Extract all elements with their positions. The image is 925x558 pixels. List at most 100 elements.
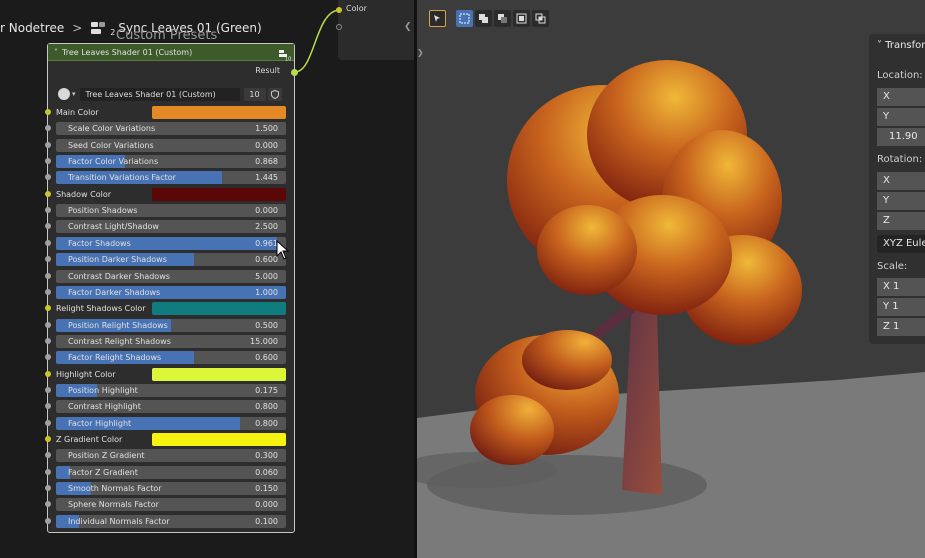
value-slider[interactable]: Transition Variations Factor 1.445 [56, 171, 286, 185]
input-position-z-gradient[interactable]: Position Z Gradient 0.300 [45, 449, 286, 463]
input-socket[interactable] [45, 125, 51, 132]
input-socket[interactable] [45, 403, 51, 410]
input-socket[interactable] [45, 321, 51, 328]
input-relight-shadows-color[interactable]: Relight Shadows Color [45, 302, 286, 316]
location-y-field[interactable]: Y [877, 108, 925, 126]
input-factor-z-gradient[interactable]: Factor Z Gradient 0.060 [45, 465, 286, 479]
value-slider[interactable]: Factor Darker Shadows 1.000 [56, 285, 286, 299]
value-slider[interactable]: Position Shadows 0.000 [56, 204, 286, 218]
value-slider[interactable]: Factor Color Variations 0.868 [56, 155, 286, 169]
value-slider[interactable]: Seed Color Variations 0.000 [56, 138, 286, 152]
value-slider[interactable]: Factor Relight Shadows 0.600 [56, 351, 286, 365]
color-swatch[interactable] [152, 106, 286, 119]
node-group-selector[interactable]: ▾ Tree Leaves Shader 01 (Custom) 10 [58, 87, 286, 101]
group-node-header[interactable]: ˅ Tree Leaves Shader 01 (Custom) [48, 44, 294, 61]
select-intersect-mode-icon[interactable] [532, 9, 549, 27]
fake-user-shield-icon[interactable] [267, 87, 282, 101]
node-group-users-count[interactable]: 10 [243, 87, 266, 101]
input-socket[interactable] [45, 386, 51, 393]
input-factor-highlight[interactable]: Factor Highlight 0.800 [45, 416, 286, 430]
input-transition-variations-factor[interactable]: Transition Variations Factor 1.445 [45, 171, 286, 185]
shader-sphere-icon[interactable] [58, 88, 70, 100]
value-slider[interactable]: Position Darker Shadows 0.600 [56, 253, 286, 267]
3d-viewport[interactable]: ❯ ˅ Transform Location: X Y 11.90 Rotati… [417, 0, 925, 558]
value-slider[interactable]: Position Z Gradient 0.300 [56, 449, 286, 463]
input-smooth-normals-factor[interactable]: Smooth Normals Factor 0.150 [45, 482, 286, 496]
breadcrumb-root[interactable]: r Nodetree [0, 21, 64, 35]
input-main-color[interactable]: Main Color [45, 106, 286, 119]
value-slider[interactable]: Position Highlight 0.175 [56, 383, 286, 397]
dropdown-arrow-icon[interactable]: ▾ [72, 90, 76, 98]
node-editor-area[interactable]: r Nodetree > 2 Sync Leaves 01 (Green) Cu… [0, 0, 414, 558]
input-contrast-light-shadow[interactable]: Contrast Light/Shadow 2.500 [45, 220, 286, 234]
input-seed-color-variations[interactable]: Seed Color Variations 0.000 [45, 138, 286, 152]
rotation-z-field[interactable]: Z [877, 212, 925, 230]
value-slider[interactable]: Contrast Highlight 0.800 [56, 400, 286, 414]
value-slider[interactable]: Smooth Normals Factor 0.150 [56, 482, 286, 496]
input-contrast-darker-shadows[interactable]: Contrast Darker Shadows 5.000 [45, 269, 286, 283]
input-position-darker-shadows[interactable]: Position Darker Shadows 0.600 [45, 253, 286, 267]
input-factor-shadows[interactable]: Factor Shadows 0.961 [45, 236, 286, 250]
expand-arrow-icon[interactable]: ❯ [417, 48, 424, 57]
input-socket[interactable] [45, 501, 51, 508]
input-socket[interactable] [45, 174, 51, 181]
color-swatch[interactable] [152, 367, 286, 381]
node-group-name-field[interactable]: Tree Leaves Shader 01 (Custom) [79, 87, 240, 101]
value-slider[interactable]: Factor Shadows 0.961 [56, 236, 286, 250]
input-socket[interactable] [45, 468, 51, 475]
input-socket[interactable] [45, 288, 51, 295]
input-socket[interactable] [45, 272, 51, 279]
scale-x-field[interactable]: X 1 [877, 278, 925, 296]
select-invert-mode-icon[interactable] [513, 9, 530, 27]
input-position-relight-shadows[interactable]: Position Relight Shadows 0.500 [45, 318, 286, 332]
input-individual-normals-factor[interactable]: Individual Normals Factor 0.100 [45, 514, 286, 528]
input-contrast-highlight[interactable]: Contrast Highlight 0.800 [45, 400, 286, 414]
input-socket[interactable] [45, 419, 51, 426]
input-scale-color-variations[interactable]: Scale Color Variations 1.500 [45, 122, 286, 136]
input-socket[interactable] [45, 158, 51, 165]
location-x-field[interactable]: X [877, 88, 925, 106]
input-socket[interactable] [45, 370, 51, 377]
input-factor-darker-shadows[interactable]: Factor Darker Shadows 1.000 [45, 285, 286, 299]
scale-z-field[interactable]: Z 1 [877, 318, 925, 336]
input-highlight-color[interactable]: Highlight Color [45, 367, 286, 381]
input-sphere-normals-factor[interactable]: Sphere Normals Factor 0.000 [45, 498, 286, 512]
color-node-input-socket[interactable] [336, 7, 342, 13]
collapse-chevron-icon[interactable]: ˅ [54, 48, 58, 57]
input-position-highlight[interactable]: Position Highlight 0.175 [45, 383, 286, 397]
color-node[interactable]: Color [336, 0, 414, 60]
color-swatch[interactable] [152, 433, 286, 446]
transform-panel-header[interactable]: ˅ Transform [877, 40, 925, 51]
scale-y-field[interactable]: Y 1 [877, 298, 925, 316]
input-socket[interactable] [45, 190, 51, 197]
rotation-y-field[interactable]: Y [877, 192, 925, 210]
select-extend-mode-icon[interactable] [475, 9, 492, 27]
input-socket[interactable] [45, 305, 51, 312]
color-node-secondary-socket[interactable] [336, 24, 342, 30]
value-slider[interactable]: Individual Normals Factor 0.100 [56, 514, 286, 528]
input-factor-color-variations[interactable]: Factor Color Variations 0.868 [45, 155, 286, 169]
input-socket[interactable] [45, 141, 51, 148]
input-socket[interactable] [45, 239, 51, 246]
input-socket[interactable] [45, 337, 51, 344]
input-socket[interactable] [45, 223, 51, 230]
rotation-mode-dropdown[interactable]: XYZ Euler [877, 235, 925, 253]
input-factor-relight-shadows[interactable]: Factor Relight Shadows 0.600 [45, 351, 286, 365]
value-slider[interactable]: Contrast Relight Shadows 15.000 [56, 334, 286, 348]
input-socket[interactable] [45, 517, 51, 524]
value-slider[interactable]: Contrast Light/Shadow 2.500 [56, 220, 286, 234]
input-socket[interactable] [45, 354, 51, 361]
input-socket[interactable] [45, 109, 51, 115]
value-slider[interactable]: Contrast Darker Shadows 5.000 [56, 269, 286, 283]
input-socket[interactable] [45, 485, 51, 492]
value-slider[interactable]: Position Relight Shadows 0.500 [56, 318, 286, 332]
rotation-x-field[interactable]: X [877, 172, 925, 190]
input-shadow-color[interactable]: Shadow Color [45, 187, 286, 201]
select-subtract-mode-icon[interactable] [494, 9, 511, 27]
input-socket[interactable] [45, 207, 51, 214]
result-output-socket[interactable] [291, 69, 298, 76]
location-z-field[interactable]: 11.90 [877, 128, 925, 146]
input-contrast-relight-shadows[interactable]: Contrast Relight Shadows 15.000 [45, 334, 286, 348]
group-node[interactable]: ˅ Tree Leaves Shader 01 (Custom) 10 Resu… [45, 43, 298, 533]
color-swatch[interactable] [152, 187, 286, 201]
